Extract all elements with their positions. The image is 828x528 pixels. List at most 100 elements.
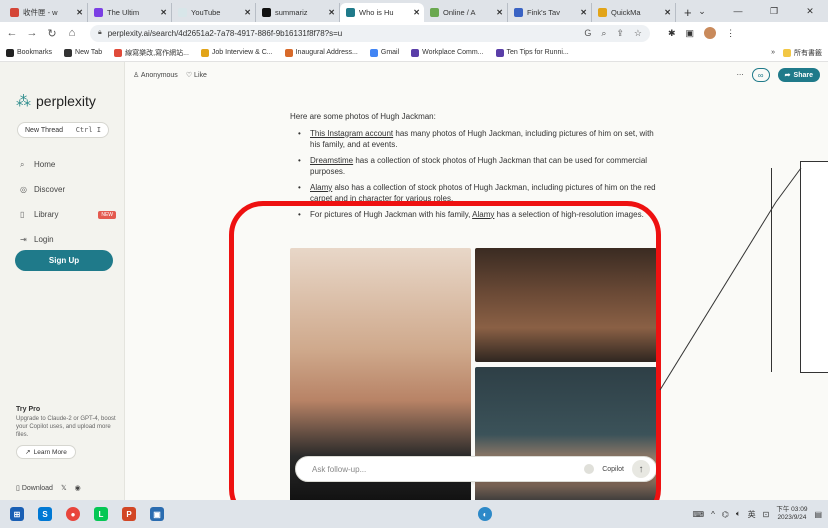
extensions-icon[interactable]: ✱	[668, 28, 676, 39]
bookmark-item[interactable]: Bookmarks	[6, 48, 52, 57]
bookmark-item[interactable]: Ten Tips for Runni...	[495, 48, 569, 57]
app-sidebar: ⁂ perplexity New Thread Ctrl I ⌕ Home ◎ Dis…	[0, 62, 125, 500]
learn-more-label: Learn More	[33, 448, 67, 456]
user-icon: ♙	[133, 72, 140, 79]
arrow-icon: ↗	[25, 449, 31, 456]
photos-icon[interactable]: ▣	[150, 507, 164, 521]
copilot-label: Copilot	[602, 465, 624, 473]
sidebar-nav: ⌕ Home ◎ Discover ▯ Library NEW ⇥ Login	[20, 152, 116, 252]
try-pro-description: Upgrade to Claude-2 or GPT-4, boost your…	[16, 416, 116, 438]
close-icon[interactable]: ✕	[244, 8, 251, 17]
share-page-icon[interactable]: ⇪	[616, 28, 624, 39]
source-link[interactable]: Alamy	[472, 210, 494, 219]
source-link[interactable]: Alamy	[310, 183, 332, 192]
quickmark-icon	[598, 8, 607, 17]
browser-tab[interactable]: Who is Hu ✕	[340, 3, 424, 22]
download-icon: ▯	[16, 485, 20, 492]
back-icon[interactable]: ←	[6, 27, 18, 39]
menu-icon[interactable]: ⋮	[726, 28, 735, 39]
x-icon[interactable]: 𝕏	[61, 484, 67, 492]
gmail-icon	[10, 8, 19, 17]
maximize-icon[interactable]: ❐	[756, 6, 792, 17]
close-window-icon[interactable]: ✕	[792, 6, 828, 17]
browser-tab[interactable]: summariz ✕	[256, 3, 340, 22]
sidebar-item-login[interactable]: ⇥ Login	[20, 227, 116, 252]
bookmark-item[interactable]: Gmail	[369, 48, 399, 57]
sidebar-item-library[interactable]: ▯ Library NEW	[20, 202, 116, 227]
lock-icon: 🔒︎	[98, 29, 102, 36]
tab-search-icon[interactable]: ⌄	[684, 6, 720, 17]
perplexity-logo-icon: ⁂	[16, 93, 31, 110]
perplexity-logo[interactable]: ⁂ perplexity	[16, 92, 96, 110]
answer-bullets: This Instagram account has many photos o…	[290, 128, 660, 221]
clock[interactable]: 下午 03:09 2023/9/24	[776, 506, 807, 522]
photo-shirtless[interactable]	[475, 248, 657, 362]
browser-tab[interactable]: Online / A ✕	[424, 3, 508, 22]
network-icon[interactable]: ⌬	[722, 510, 729, 519]
minimize-icon[interactable]: —	[720, 6, 756, 16]
all-bookmarks-folder[interactable]: 所有書籤	[783, 48, 822, 58]
more-options-icon[interactable]: ⋯	[737, 71, 744, 79]
keyboard-icon[interactable]: ⌨	[693, 510, 705, 519]
browser-tab[interactable]: The Ultim ✕	[88, 3, 172, 22]
tray-expand-icon[interactable]: ^	[711, 510, 715, 519]
close-icon[interactable]: ✕	[160, 8, 167, 17]
bookmark-item[interactable]: 線寫樂改,寫作網站...	[114, 48, 189, 58]
close-icon[interactable]: ✕	[328, 8, 335, 17]
bookmark-item[interactable]: New Tab	[64, 48, 102, 57]
share-button[interactable]: ➦ Share	[777, 68, 820, 82]
star-icon[interactable]: ☆	[634, 28, 642, 39]
close-icon[interactable]: ✕	[580, 8, 587, 17]
address-bar[interactable]: 🔒︎ perplexity.ai/search/4d2651a2-7a78-49…	[90, 24, 650, 42]
ime-icon[interactable]: ⊡	[763, 510, 770, 519]
perplexity-icon	[346, 8, 355, 17]
copilot-toggle[interactable]	[584, 464, 595, 474]
close-icon[interactable]: ✕	[413, 8, 420, 17]
download-link[interactable]: ▯ Download	[16, 484, 53, 492]
bookmark-icon	[6, 48, 14, 57]
language-indicator[interactable]: 英	[748, 509, 756, 520]
browser-tab[interactable]: Fink's Tav ✕	[508, 3, 592, 22]
browser-tab[interactable]: YouTube ✕	[172, 3, 256, 22]
profile-avatar[interactable]	[704, 27, 717, 39]
sidebar-footer: ▯ Download 𝕏 ◉	[16, 484, 81, 492]
source-link[interactable]: Dreamstime	[310, 156, 353, 165]
new-thread-button[interactable]: New Thread Ctrl I	[17, 122, 109, 138]
learn-more-button[interactable]: ↗ Learn More	[16, 445, 76, 459]
source-link[interactable]: This Instagram account	[310, 129, 393, 138]
chrome-icon[interactable]: ●	[66, 507, 80, 521]
windows-start-icon[interactable]: ⊞	[10, 507, 24, 521]
bookmarks-more-icon[interactable]: »	[771, 49, 775, 56]
like-button[interactable]: ♡ Like	[186, 71, 207, 79]
sign-up-button[interactable]: Sign Up	[15, 250, 113, 271]
sidebar-item-discover[interactable]: ◎ Discover	[20, 177, 116, 202]
annotation-box	[800, 161, 828, 373]
browser-tab[interactable]: QuickMa ✕	[592, 3, 676, 22]
skype-icon[interactable]: S	[38, 507, 52, 521]
discord-icon[interactable]: ◉	[75, 484, 81, 492]
powerpoint-icon[interactable]: P	[122, 507, 136, 521]
sidebar-item-home[interactable]: ⌕ Home	[20, 152, 116, 177]
close-icon[interactable]: ✕	[664, 8, 671, 17]
home-icon[interactable]: ⌂	[66, 27, 78, 39]
link-icon[interactable]: ∞	[751, 68, 770, 82]
notification-icon[interactable]: ▤	[814, 510, 822, 519]
volume-icon[interactable]: 🔈︎	[736, 509, 741, 519]
follow-up-input[interactable]: Ask follow-up... Copilot ↑	[295, 456, 657, 482]
forward-icon[interactable]: →	[26, 27, 38, 39]
close-icon[interactable]: ✕	[496, 8, 503, 17]
close-icon[interactable]: ✕	[76, 8, 83, 17]
search-icon: ⌕	[20, 159, 25, 169]
reload-icon[interactable]: ↻	[46, 27, 58, 40]
zoom-icon[interactable]: ⌕	[601, 28, 606, 39]
app-icon[interactable]: ◐	[478, 507, 492, 521]
bookmark-item[interactable]: Job Interview & C...	[200, 48, 273, 57]
google-icon[interactable]: G	[584, 28, 591, 39]
browser-tab[interactable]: 收件匣 - w ✕	[4, 3, 88, 22]
thread-topbar: ♙ Anonymous ♡ Like ⋯ ∞ ➦ Share	[125, 62, 828, 88]
sidepanel-icon[interactable]: ▣	[686, 28, 695, 39]
bookmark-item[interactable]: Inaugural Address...	[284, 48, 358, 57]
send-arrow-icon[interactable]: ↑	[632, 460, 650, 478]
line-icon[interactable]: L	[94, 507, 108, 521]
bookmark-item[interactable]: Workplace Comm...	[411, 48, 484, 57]
